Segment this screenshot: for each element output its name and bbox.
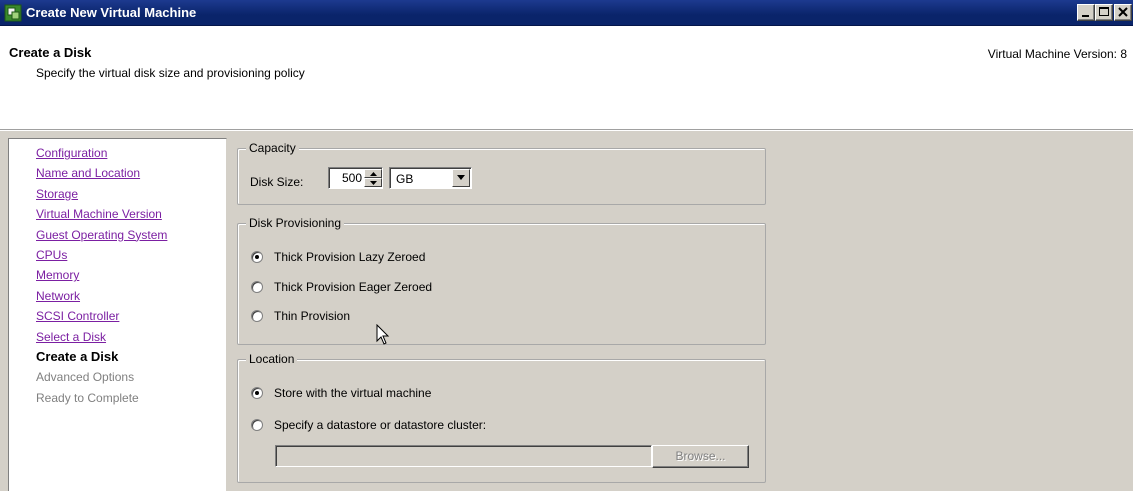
disk-provisioning-legend: Disk Provisioning <box>246 216 345 230</box>
location-group: Location Store with the virtual machine … <box>237 352 766 483</box>
step-advanced-options: Advanced Options <box>36 370 135 385</box>
radio-button[interactable] <box>251 281 263 293</box>
arrow-up-icon <box>370 172 377 176</box>
radio-button[interactable] <box>251 387 263 399</box>
unit-value: GB <box>396 172 414 186</box>
capacity-legend: Capacity <box>246 141 299 155</box>
chevron-down-icon <box>457 175 465 180</box>
step-create-a-disk: Create a Disk <box>36 348 119 364</box>
radio-thick-eager[interactable]: Thick Provision Eager Zeroed <box>251 278 432 296</box>
step-cpus[interactable]: CPUs <box>36 245 167 265</box>
close-icon <box>1118 7 1128 17</box>
maximize-icon <box>1099 7 1109 16</box>
step-storage[interactable]: Storage <box>36 184 167 204</box>
disk-size-unit-select[interactable]: GB <box>389 167 472 189</box>
page-subtitle: Specify the virtual disk size and provis… <box>36 66 305 80</box>
wizard-header: Create a Disk Specify the virtual disk s… <box>0 27 1133 130</box>
wizard-body: Configuration Name and Location Storage … <box>0 131 1133 491</box>
disk-provisioning-group: Disk Provisioning Thick Provision Lazy Z… <box>237 216 766 345</box>
step-guest-operating-system[interactable]: Guest Operating System <box>36 225 167 245</box>
radio-label: Store with the virtual machine <box>274 386 432 400</box>
location-legend: Location <box>246 352 298 366</box>
unit-dropdown-button[interactable] <box>452 169 470 187</box>
title-bar: Create New Virtual Machine <box>0 0 1133 26</box>
page-title: Create a Disk <box>9 45 92 60</box>
disk-size-label: Disk Size: <box>250 175 304 189</box>
spin-down-button[interactable] <box>364 178 382 187</box>
radio-button[interactable] <box>251 251 263 263</box>
radio-label: Specify a datastore or datastore cluster… <box>274 418 487 432</box>
minimize-icon <box>1082 15 1089 17</box>
step-name-and-location[interactable]: Name and Location <box>36 163 167 183</box>
wizard-steps-sidebar: Configuration Name and Location Storage … <box>8 138 227 491</box>
step-memory[interactable]: Memory <box>36 265 167 285</box>
radio-button[interactable] <box>251 419 263 431</box>
window-title: Create New Virtual Machine <box>26 5 197 20</box>
step-scsi-controller[interactable]: SCSI Controller <box>36 306 167 326</box>
browse-button[interactable]: Browse... <box>652 445 749 468</box>
radio-thin[interactable]: Thin Provision <box>251 307 350 325</box>
step-configuration[interactable]: Configuration <box>36 143 167 163</box>
radio-store-with-vm[interactable]: Store with the virtual machine <box>251 384 431 402</box>
minimize-button[interactable] <box>1077 4 1095 21</box>
datastore-field[interactable] <box>275 445 652 467</box>
radio-label: Thick Provision Eager Zeroed <box>274 280 433 294</box>
maximize-button[interactable] <box>1095 4 1113 21</box>
radio-label: Thick Provision Lazy Zeroed <box>274 250 426 264</box>
vm-version-label: Virtual Machine Version: 8 <box>987 47 1127 61</box>
step-virtual-machine-version[interactable]: Virtual Machine Version <box>36 204 167 224</box>
radio-label: Thin Provision <box>274 309 351 323</box>
radio-specify-datastore[interactable]: Specify a datastore or datastore cluster… <box>251 416 486 434</box>
spin-up-button[interactable] <box>364 169 382 178</box>
radio-button[interactable] <box>251 310 263 322</box>
disk-size-stepper <box>364 169 382 188</box>
step-ready-to-complete: Ready to Complete <box>36 390 139 405</box>
vm-wizard-icon <box>4 4 22 22</box>
capacity-group: Capacity Disk Size: 500 GB <box>237 141 766 205</box>
step-network[interactable]: Network <box>36 286 167 306</box>
radio-thick-lazy[interactable]: Thick Provision Lazy Zeroed <box>251 248 425 266</box>
mouse-pointer-icon <box>376 324 390 345</box>
close-button[interactable] <box>1114 4 1132 21</box>
steps-list: Configuration Name and Location Storage … <box>36 143 167 408</box>
arrow-down-icon <box>370 181 377 185</box>
step-select-a-disk[interactable]: Select a Disk <box>36 327 167 347</box>
